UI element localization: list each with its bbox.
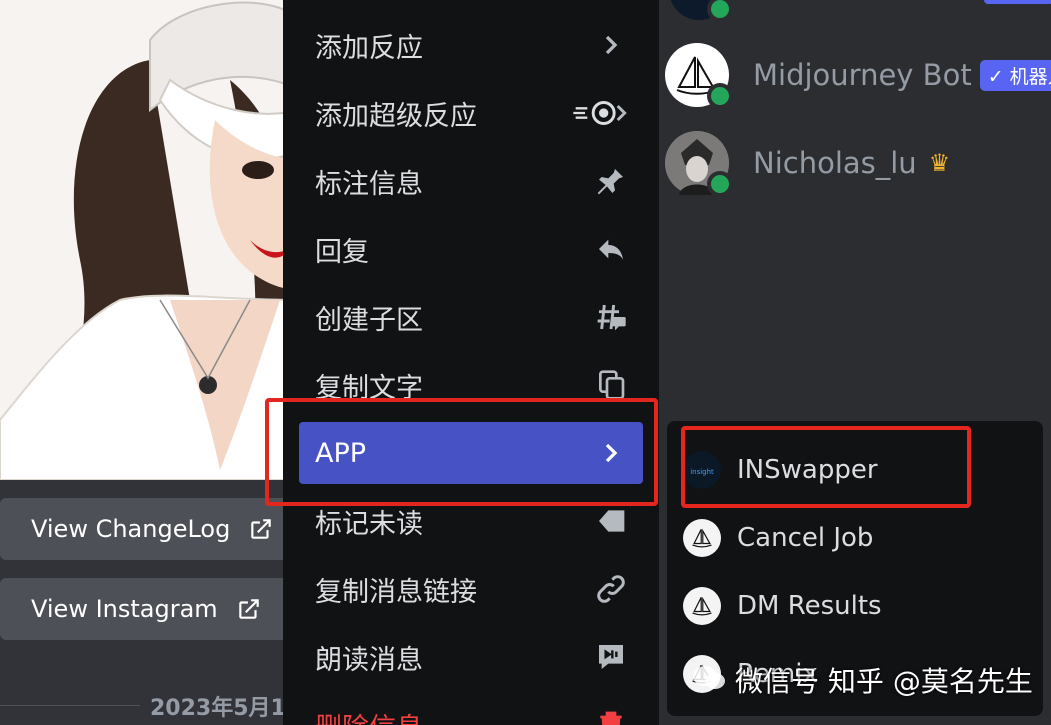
menu-item-label: 创建子区 xyxy=(315,304,423,336)
view-instagram-button[interactable]: View Instagram xyxy=(0,578,300,640)
menu-item-add-reaction[interactable]: 添加反应 xyxy=(299,14,643,76)
menu-item-add-super-reaction[interactable]: 添加超级反应 xyxy=(299,82,643,144)
bot-tag xyxy=(984,0,1051,4)
bot-tag: ✓ 机器人 xyxy=(979,59,1051,91)
member-name: Nicholas_lu xyxy=(753,146,917,180)
avatar xyxy=(665,43,733,109)
date-divider-line xyxy=(0,705,140,706)
crown-icon: ♛ xyxy=(928,149,951,177)
view-changelog-button[interactable]: View ChangeLog xyxy=(0,498,300,560)
menu-item-label: 标注信息 xyxy=(315,168,423,200)
external-link-icon xyxy=(251,519,272,539)
date-separator: 2023年5月11 xyxy=(150,696,302,721)
chevron-right-icon xyxy=(587,27,627,63)
external-link-icon xyxy=(238,599,259,619)
mark-unread-icon xyxy=(587,503,627,539)
menu-item-label: 复制消息链接 xyxy=(315,576,477,608)
reply-icon xyxy=(587,231,627,267)
menu-item-label: 标记未读 xyxy=(315,508,423,540)
wechat-watermark: 微信号 xyxy=(735,665,820,698)
thread-icon xyxy=(587,299,627,335)
zhihu-watermark: 知乎 @莫名先生 xyxy=(827,665,1033,698)
member-midjourney-bot[interactable]: Midjourney Bot ✓ 机器人 xyxy=(665,40,1051,110)
member-nicholas-lu[interactable]: Nicholas_lu ♛ xyxy=(665,128,950,198)
speak-icon xyxy=(587,639,627,675)
menu-item-delete-message[interactable]: 删除信息 xyxy=(299,694,643,725)
online-status-icon xyxy=(707,83,733,109)
midjourney-avatar-icon xyxy=(683,519,721,557)
pin-icon xyxy=(587,163,627,199)
annotation-highlight-inswapper xyxy=(681,426,971,508)
menu-item-label: 朗读消息 xyxy=(315,644,423,676)
menu-item-copy-message-link[interactable]: 复制消息链接 xyxy=(299,558,643,620)
menu-item-reply[interactable]: 回复 xyxy=(299,218,643,280)
menu-item-label: 回复 xyxy=(315,236,369,268)
online-status-icon xyxy=(707,171,733,197)
submenu-item-label: DM Results xyxy=(737,591,882,621)
menu-item-pin-message[interactable]: 标注信息 xyxy=(299,150,643,212)
link-icon xyxy=(587,571,627,607)
illustration-girl-cap-icon xyxy=(0,0,300,480)
chat-message-area: View ChangeLog View Instagram 2023年5月11 xyxy=(0,0,302,725)
view-instagram-label: View Instagram xyxy=(31,595,218,623)
menu-item-label: 添加超级反应 xyxy=(315,100,477,132)
wechat-icon xyxy=(692,665,726,691)
submenu-item-cancel-job[interactable]: Cancel Job xyxy=(683,507,873,569)
super-reaction-icon xyxy=(557,95,627,131)
view-changelog-label: View ChangeLog xyxy=(31,515,231,543)
trash-icon xyxy=(587,707,627,725)
submenu-item-label: Cancel Job xyxy=(737,523,874,553)
avatar xyxy=(665,131,733,197)
annotation-highlight-app xyxy=(265,398,658,506)
message-context-menu: 添加反应 添加超级反应 标注信息 回复 创建子区 复制文字 APP 标记未读 复… xyxy=(283,0,659,725)
message-image-attachment[interactable] xyxy=(0,0,300,480)
member-name: Midjourney Bot xyxy=(753,58,972,92)
menu-item-label: 添加反应 xyxy=(315,32,423,64)
midjourney-avatar-icon xyxy=(683,587,721,625)
menu-item-create-thread[interactable]: 创建子区 xyxy=(299,286,643,348)
submenu-item-dm-results[interactable]: DM Results xyxy=(683,575,882,637)
menu-item-label: 删除信息 xyxy=(315,706,587,725)
menu-item-speak-message[interactable]: 朗读消息 xyxy=(299,626,643,688)
avatar[interactable] xyxy=(669,0,733,22)
watermark-text: 微信号 知乎 @莫名先生 xyxy=(735,660,1033,700)
